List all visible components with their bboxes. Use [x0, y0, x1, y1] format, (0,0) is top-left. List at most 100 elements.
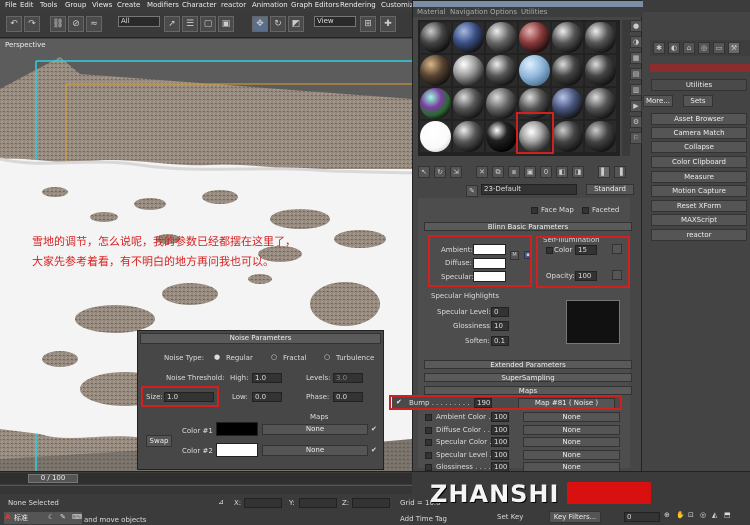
assign-material-icon[interactable]: ⇲: [450, 166, 462, 178]
select-by-material-icon[interactable]: ⚐: [630, 132, 642, 144]
sample-slot[interactable]: [584, 120, 617, 153]
lock-icon[interactable]: ▪: [524, 251, 532, 259]
selection-filter[interactable]: All: [118, 16, 160, 27]
go-forward-sibling-icon[interactable]: ▐: [614, 166, 626, 178]
bump-map-button[interactable]: Map #81 ( Noise ): [518, 398, 615, 409]
maps-rollout[interactable]: Maps: [424, 386, 632, 395]
field-of-view-icon[interactable]: ◭: [712, 511, 717, 519]
noise-parameters-rollout[interactable]: Noise Parameters: [140, 333, 381, 344]
color1-swatch[interactable]: [216, 422, 258, 436]
select-manipulate-icon[interactable]: ✚: [380, 16, 396, 32]
levels-field[interactable]: 3.0: [333, 373, 363, 383]
faceted-checkbox[interactable]: [582, 207, 589, 214]
lock-diffuse-map-icon[interactable]: M: [510, 251, 519, 260]
face-map-checkbox[interactable]: [531, 207, 538, 214]
self-illum-map-button[interactable]: [612, 244, 622, 254]
unlink-icon[interactable]: ⊘: [68, 16, 84, 32]
fractal-radio-icon[interactable]: ○: [271, 353, 277, 361]
add-time-tag-label[interactable]: Add Time Tag: [400, 515, 447, 523]
self-illum-value-field[interactable]: 15: [575, 245, 597, 255]
sample-slot[interactable]: [485, 21, 518, 54]
turbulence-radio-icon[interactable]: ○: [324, 353, 330, 361]
diffuse-color-map-checkbox[interactable]: [425, 427, 432, 434]
make-preview-icon[interactable]: ▶: [630, 100, 642, 112]
select-icon[interactable]: ➚: [164, 16, 180, 32]
sample-slot[interactable]: [518, 21, 551, 54]
viewport-label[interactable]: Perspective: [5, 41, 46, 49]
y-coordinate-field[interactable]: [299, 498, 337, 508]
specular-level-map-checkbox[interactable]: [425, 452, 432, 459]
map-row-button[interactable]: None: [523, 425, 620, 435]
display-tab-icon[interactable]: ▭: [713, 42, 725, 54]
current-frame-field[interactable]: 0: [624, 512, 660, 522]
ambient-color-map-checkbox[interactable]: [425, 414, 432, 421]
size-field[interactable]: 1.0: [164, 392, 214, 402]
opacity-field[interactable]: 100: [575, 271, 597, 281]
phase-field[interactable]: 0.0: [333, 392, 363, 402]
reactor-button[interactable]: reactor: [651, 229, 747, 241]
undo-icon[interactable]: ↶: [6, 16, 22, 32]
color2-swatch[interactable]: [216, 443, 258, 457]
reset-map-icon[interactable]: ✕: [476, 166, 488, 178]
sample-slot[interactable]: [551, 21, 584, 54]
material-effects-icon[interactable]: 0: [540, 166, 552, 178]
map-row-amount[interactable]: 100: [491, 437, 509, 447]
x-coordinate-field[interactable]: [244, 498, 282, 508]
diffuse-color-swatch[interactable]: [473, 258, 506, 269]
specular-color-map-checkbox[interactable]: [425, 439, 432, 446]
maximize-viewport-icon[interactable]: ⬒: [724, 511, 731, 519]
sample-slot[interactable]: [452, 54, 485, 87]
pivot-icon[interactable]: ⊞: [360, 16, 376, 32]
window-crossing-icon[interactable]: ▣: [218, 16, 234, 32]
map-row-amount[interactable]: 100: [491, 425, 509, 435]
menu-utilities[interactable]: Utilities: [521, 8, 547, 16]
motion-capture-button[interactable]: Motion Capture: [651, 185, 747, 197]
menu-views[interactable]: Views: [92, 1, 112, 9]
motion-tab-icon[interactable]: ◎: [698, 42, 710, 54]
specular-level-field[interactable]: 0: [491, 307, 509, 317]
swap-button[interactable]: Swap: [146, 435, 172, 447]
material-name-field[interactable]: 23-Default: [481, 184, 577, 195]
supersampling-rollout[interactable]: SuperSampling: [424, 373, 632, 382]
menu-material[interactable]: Material: [417, 8, 445, 16]
sample-slot[interactable]: [551, 120, 584, 153]
sample-slot[interactable]: [584, 54, 617, 87]
sample-slot[interactable]: [518, 87, 551, 120]
camera-match-button[interactable]: Camera Match: [651, 127, 747, 139]
collapse-button[interactable]: Collapse: [651, 141, 747, 153]
move-icon[interactable]: ✥: [252, 16, 268, 32]
sample-slot-active[interactable]: [518, 120, 551, 153]
map-row-button[interactable]: None: [523, 450, 620, 460]
sample-slot[interactable]: [419, 54, 452, 87]
ambient-color-swatch[interactable]: [473, 244, 506, 255]
regular-radio-icon[interactable]: ●: [214, 353, 220, 361]
sample-slot[interactable]: [551, 54, 584, 87]
reference-coordinate-select[interactable]: View: [314, 16, 356, 27]
specular-color-swatch[interactable]: [473, 271, 506, 282]
maxscript-button[interactable]: MAXScript: [651, 214, 747, 226]
sample-slot[interactable]: [452, 120, 485, 153]
high-field[interactable]: 1.0: [252, 373, 282, 383]
make-copy-icon[interactable]: ⧉: [492, 166, 504, 178]
menu-reactor[interactable]: reactor: [221, 1, 246, 9]
menu-graph-editors[interactable]: Graph Editors: [291, 1, 339, 9]
hierarchy-tab-icon[interactable]: ⌂: [683, 42, 695, 54]
glossiness-map-checkbox[interactable]: [425, 464, 432, 471]
time-slider-thumb[interactable]: 0 / 100: [28, 474, 78, 483]
go-to-parent-icon[interactable]: ▌: [598, 166, 610, 178]
menu-options[interactable]: Options: [490, 8, 517, 16]
redo-icon[interactable]: ↷: [24, 16, 40, 32]
menu-edit[interactable]: Edit: [20, 1, 34, 9]
asset-browser-button[interactable]: Asset Browser: [651, 113, 747, 125]
menu-character[interactable]: Character: [182, 1, 217, 9]
more-button[interactable]: More...: [643, 95, 673, 107]
menu-animation[interactable]: Animation: [252, 1, 288, 9]
show-end-result-icon[interactable]: ◨: [572, 166, 584, 178]
lock-selection-icon[interactable]: ⊿: [218, 498, 224, 506]
pan-icon[interactable]: ✋: [676, 511, 685, 519]
glossiness-field[interactable]: 10: [491, 321, 509, 331]
set-key-label[interactable]: Set Key: [497, 513, 523, 521]
sample-slot[interactable]: [419, 120, 452, 153]
utilities-tab-icon[interactable]: ⚒: [728, 42, 740, 54]
key-filters-button[interactable]: Key Filters...: [549, 511, 601, 523]
